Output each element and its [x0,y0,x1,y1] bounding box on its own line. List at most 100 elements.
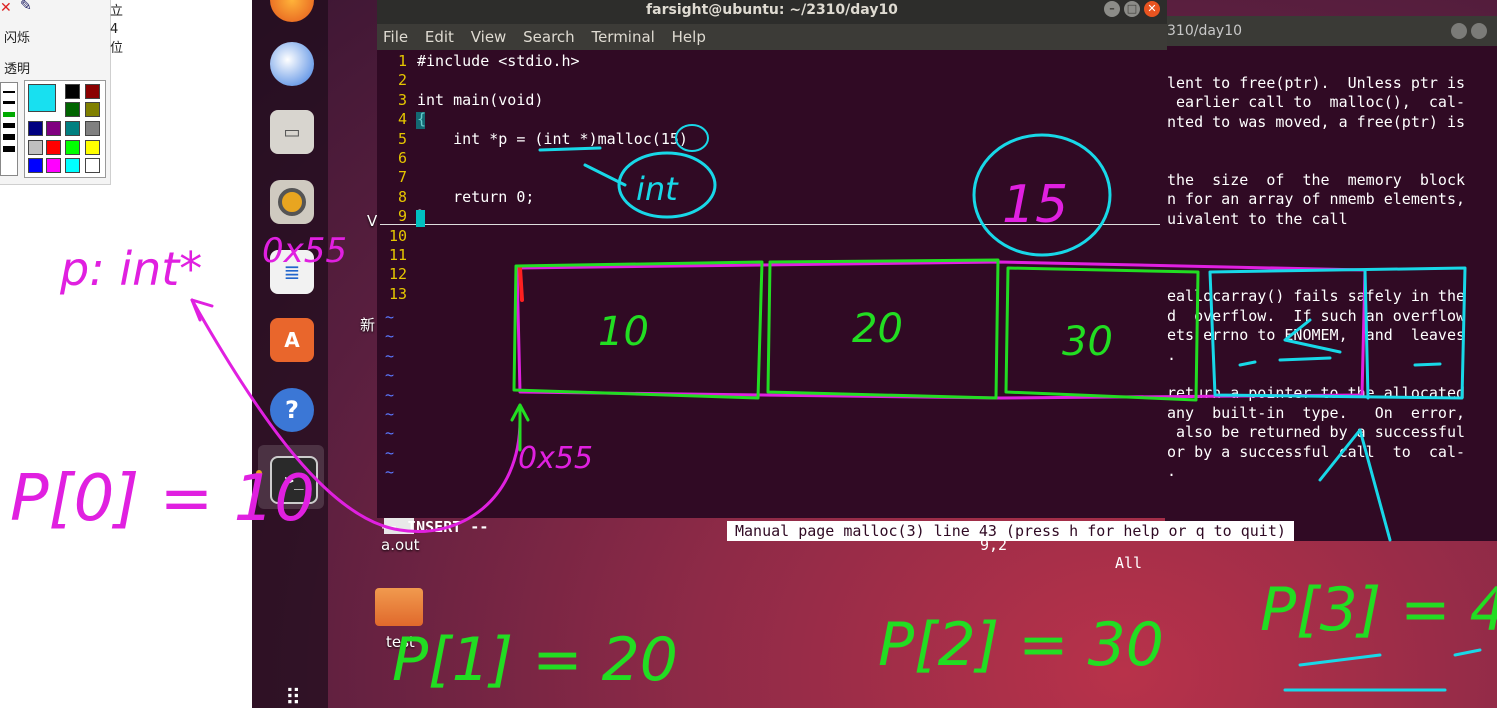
color-swatch[interactable] [85,140,100,155]
color-swatch[interactable] [65,121,80,136]
tool-row1-label: 立 [110,4,124,19]
color-swatch[interactable] [46,140,61,155]
empty-line-marker: ~ [385,385,395,404]
line-width-selector[interactable] [0,82,18,176]
empty-line-marker: ~ [385,405,395,423]
color-swatch[interactable] [85,84,100,99]
menu-search[interactable]: Search [523,28,575,46]
maximize-button[interactable]: □ [1124,1,1140,17]
empty-line-marker: ~ [385,463,395,482]
color-swatch[interactable] [28,158,43,173]
blink-option[interactable]: 闪烁 [4,27,30,46]
code-line: 6 [385,149,417,168]
color-swatch[interactable] [85,121,100,136]
menu-edit[interactable]: Edit [425,28,454,46]
text-cursor [416,210,425,227]
color-swatch[interactable] [28,121,43,136]
color-swatch[interactable] [65,158,80,173]
terminal-icon[interactable]: >_ [270,456,318,504]
desktop-side-text: V [367,212,378,230]
menu-terminal[interactable]: Terminal [591,28,654,46]
maximize-button[interactable] [1471,23,1487,39]
code-line: 11 [385,246,417,265]
line-number: 13 [388,284,407,303]
code-text: int *p = (int *)malloc(15) [417,129,688,148]
code-line: 3 int main(void) [385,91,543,110]
test-folder-label[interactable]: test [386,633,415,651]
color-palette[interactable] [24,80,106,178]
man-status-line: Manual page malloc(3) line 43 (press h f… [727,521,1294,541]
man-line: uivalent to the call [1167,209,1348,228]
terminal-title: farsight@ubuntu: ~/2310/day10 [646,2,898,18]
writer-icon[interactable]: ≣ [270,250,314,294]
man-line: return a pointer to the allocated [1167,384,1466,403]
running-indicator [256,470,262,476]
color-swatch[interactable] [28,140,43,155]
color-swatch[interactable] [85,158,100,173]
files-icon[interactable]: ▭ [270,110,314,154]
man-line: lent to free(ptr). Unless ptr is [1167,74,1466,92]
menu-view[interactable]: View [471,28,507,46]
man-line: n for an array of nmemb elements, [1167,190,1466,209]
color-swatch[interactable] [65,140,80,155]
empty-line-marker: ~ [385,366,395,385]
thunderbird-icon[interactable] [270,42,314,86]
tool-row2-label: 4 位 [110,22,124,56]
man-line: or by a successful call to cal- [1167,442,1466,461]
minimize-button[interactable]: – [1104,1,1120,17]
color-swatch[interactable] [85,102,100,117]
man-window-title: 310/day10 [1167,23,1243,39]
rhythmbox-icon[interactable] [270,180,314,224]
cursorline-underline [380,224,1160,225]
man-window-titlebar[interactable]: 310/day10 [1165,16,1497,46]
code-line: 2 [385,71,417,90]
software-center-icon[interactable]: A [270,318,314,362]
code-line: 1 #include <stdio.h> [385,52,580,71]
code-line: 12 [385,265,417,284]
color-swatch[interactable] [65,102,80,117]
firefox-icon[interactable] [270,0,314,22]
close-button[interactable]: ✕ [1144,1,1160,17]
help-icon[interactable]: ? [270,388,314,432]
terminal-titlebar[interactable]: farsight@ubuntu: ~/2310/day10 – □ ✕ [377,0,1167,24]
code-line: 7 [385,168,417,187]
desktop-side-text: 新 [360,316,376,334]
folder-icon[interactable] [375,588,423,626]
line-number: 1 [397,52,407,70]
menu-file[interactable]: File [383,28,408,46]
menu-help[interactable]: Help [672,28,706,46]
pen-icon[interactable]: ✎ [20,0,32,14]
code-line: 8 return 0; [385,188,534,207]
man-line: . [1167,345,1177,364]
code-line: 13 [385,285,417,304]
line-number: 6 [397,149,407,167]
line-number: 3 [397,90,407,109]
code-text: return 0; [417,187,535,206]
line-number: 4 [397,110,407,129]
pen-tool-box: ✕ ✎ 立 4 位 闪烁 透明 [0,0,123,185]
code-line: 5 int *p = (int *)malloc(15) [385,130,688,149]
vim-terminal-window[interactable] [377,0,1167,518]
color-swatch[interactable] [46,121,61,136]
man-line: d overflow. If such an overflow [1167,306,1466,325]
empty-line-marker: ~ [385,327,395,346]
line-number: 8 [397,187,407,206]
code-text: #include <stdio.h> [417,52,580,70]
close-icon[interactable]: ✕ [0,0,12,16]
empty-line-marker: ~ [385,308,395,326]
bracket-match-highlight [416,112,425,129]
man-line: earlier call to malloc(), cal- [1167,93,1466,112]
color-swatch[interactable] [46,158,61,173]
man-line: nted to was moved, a free(ptr) is [1167,112,1466,131]
man-line: eallocarray() fails safely in the [1167,287,1466,306]
color-swatch[interactable] [65,84,80,99]
line-number: 12 [388,265,407,284]
line-number: 11 [388,246,407,264]
current-color-swatch[interactable] [28,84,56,112]
transparent-option[interactable]: 透明 [4,58,30,77]
launcher-dock: ▭ ≣ A ? >_ ⠿ [252,0,328,711]
show-apps-icon[interactable]: ⠿ [270,676,314,720]
cursor-position: 9,2 [980,536,1008,554]
man-line: the size of the memory block [1167,171,1466,189]
minimize-button[interactable] [1451,23,1467,39]
